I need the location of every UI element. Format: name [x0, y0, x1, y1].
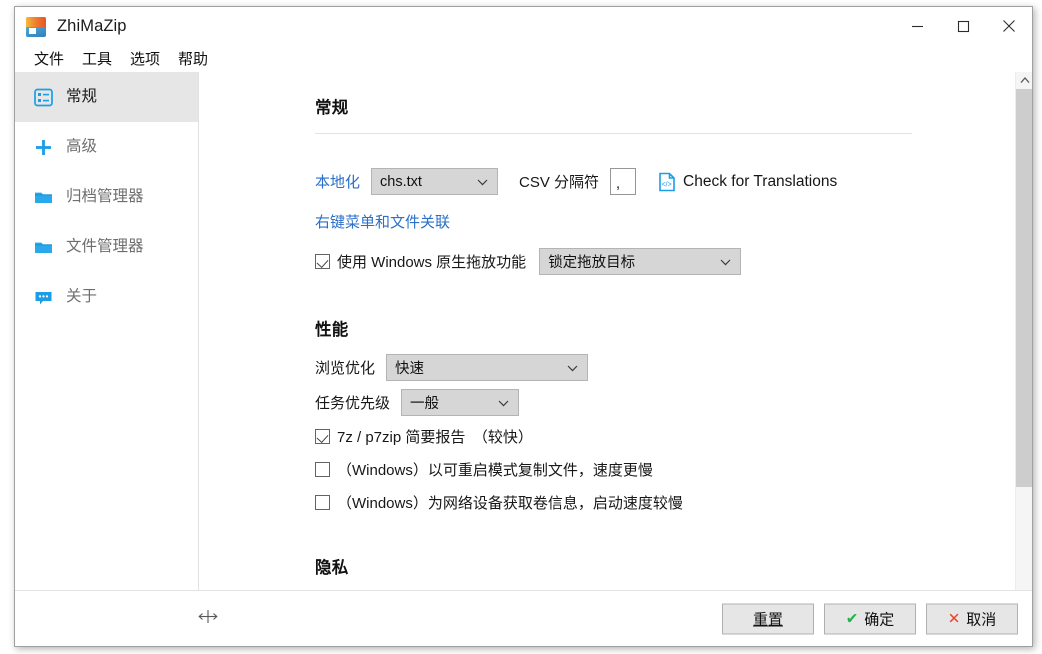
speech-bubble-icon: [32, 286, 54, 308]
application-window: ZhiMaZip 文件 工具 选项 帮助 常规 高级 归档管理器 文件管理器 关…: [14, 6, 1033, 647]
cancel-button-label: 取消: [966, 611, 997, 628]
cancel-button[interactable]: ✕ 取消: [926, 603, 1018, 634]
window-body: 常规 高级 归档管理器 文件管理器 关于 常规 本地化 chs.txt CSV …: [15, 72, 1032, 646]
csv-separator-input[interactable]: ,: [610, 168, 637, 195]
task-priority-row: 任务优先级 一般: [315, 389, 1020, 416]
close-x-icon: ✕: [947, 610, 961, 627]
browse-optimization-select[interactable]: 快速: [386, 354, 589, 381]
app-logo-icon: [26, 16, 46, 37]
page-title: 常规: [315, 99, 349, 117]
checkbox-box: [315, 254, 330, 269]
localization-select-value: chs.txt: [380, 173, 422, 190]
menu-bar: 文件 工具 选项 帮助: [15, 46, 1032, 72]
checklist-icon: [32, 86, 54, 108]
checkbox-box: [315, 495, 330, 510]
ok-button-label: 确定: [864, 611, 895, 628]
restartable-copy-label: （Windows）以可重启模式复制文件，速度更慢: [337, 462, 653, 479]
menu-item-help[interactable]: 帮助: [169, 47, 217, 71]
dragdrop-target-value: 锁定拖放目标: [548, 255, 636, 271]
browse-optimization-row: 浏览优化 快速: [315, 354, 1020, 381]
chevron-down-icon: [498, 395, 509, 411]
brief-report-label: 7z / p7zip 简要报告 （较快）: [337, 429, 533, 446]
ok-button[interactable]: ✔ 确定: [824, 603, 916, 634]
checkbox-box: [315, 429, 330, 444]
checkbox-box: [315, 462, 330, 477]
browse-optimization-value: 快速: [395, 361, 425, 377]
network-volume-info-checkbox[interactable]: （Windows）为网络设备获取卷信息，启动速度较慢: [315, 492, 1020, 513]
check-icon: ✔: [845, 610, 859, 627]
task-priority-value: 一般: [410, 396, 440, 412]
reset-button-label: 重置: [752, 611, 783, 628]
browse-optimization-label: 浏览优化: [315, 360, 376, 377]
sidebar-item-label: 归档管理器: [66, 188, 144, 206]
dragdrop-target-select[interactable]: 锁定拖放目标: [539, 248, 742, 275]
sidebar-item-advanced[interactable]: 高级: [15, 122, 198, 172]
vertical-scrollbar[interactable]: [1015, 72, 1032, 646]
task-priority-label: 任务优先级: [315, 395, 391, 412]
native-dragdrop-label: 使用 Windows 原生拖放功能: [337, 254, 527, 271]
native-dragdrop-checkbox[interactable]: 使用 Windows 原生拖放功能: [315, 251, 526, 272]
network-volume-info-label: （Windows）为网络设备获取卷信息，启动速度较慢: [337, 495, 683, 512]
code-document-icon: </>: [658, 172, 676, 192]
sidebar-item-archive-manager[interactable]: 归档管理器: [15, 172, 198, 222]
menu-item-file[interactable]: 文件: [25, 47, 73, 71]
horizontal-resize-icon[interactable]: [197, 609, 219, 629]
context-menu-associations-row: 右键菜单和文件关联: [315, 211, 1020, 232]
sidebar-item-label: 关于: [66, 288, 98, 306]
csv-separator-value: ,: [616, 176, 621, 192]
chevron-up-icon[interactable]: [1016, 72, 1032, 89]
performance-heading: 性能: [315, 321, 349, 339]
localization-label[interactable]: 本地化: [315, 171, 360, 192]
csv-separator-label: CSV 分隔符: [519, 174, 600, 191]
chevron-down-icon: [477, 174, 488, 190]
chevron-down-icon: [567, 360, 578, 376]
maximize-button[interactable]: [940, 7, 986, 45]
native-dragdrop-row: 使用 Windows 原生拖放功能 锁定拖放目标: [315, 248, 1020, 275]
title-bar: ZhiMaZip: [15, 7, 1032, 46]
restartable-copy-checkbox[interactable]: （Windows）以可重启模式复制文件，速度更慢: [315, 459, 1020, 480]
minimize-button[interactable]: [894, 7, 940, 45]
chevron-down-icon: [720, 254, 731, 270]
context-menu-link[interactable]: 右键菜单和文件关联: [315, 214, 450, 231]
settings-scroll-content: 常规 本地化 chs.txt CSV 分隔符 , </> Check for T…: [200, 72, 1020, 646]
sidebar-item-about[interactable]: 关于: [15, 272, 198, 322]
check-translations-link[interactable]: </> Check for Translations: [658, 172, 837, 192]
settings-panel: 常规 本地化 chs.txt CSV 分隔符 , </> Check for T…: [200, 72, 1032, 646]
window-title: ZhiMaZip: [57, 17, 127, 35]
folder-icon: [32, 186, 54, 208]
window-controls: [894, 7, 1032, 45]
brief-report-checkbox[interactable]: 7z / p7zip 简要报告 （较快）: [315, 426, 1020, 447]
plus-icon: [32, 136, 54, 158]
sidebar-item-file-manager[interactable]: 文件管理器: [15, 222, 198, 272]
menu-item-tools[interactable]: 工具: [73, 47, 121, 71]
sidebar: 常规 高级 归档管理器 文件管理器 关于: [15, 72, 199, 646]
sidebar-item-label: 文件管理器: [66, 238, 144, 256]
dialog-footer: 重置 ✔ 确定 ✕ 取消: [15, 590, 1032, 646]
localization-row: 本地化 chs.txt CSV 分隔符 , </> Check for Tran…: [315, 168, 1020, 195]
close-button[interactable]: [986, 7, 1032, 45]
svg-text:</>: </>: [662, 181, 672, 188]
scrollbar-thumb[interactable]: [1016, 89, 1032, 487]
task-priority-select[interactable]: 一般: [401, 389, 520, 416]
privacy-heading: 隐私: [315, 559, 349, 577]
check-translations-label: Check for Translations: [683, 172, 838, 190]
title-divider: [315, 133, 912, 134]
sidebar-item-label: 常规: [66, 88, 98, 106]
reset-button[interactable]: 重置: [722, 603, 814, 634]
folder-icon: [32, 236, 54, 258]
footer-buttons: 重置 ✔ 确定 ✕ 取消: [722, 603, 1018, 634]
sidebar-item-label: 高级: [66, 138, 98, 156]
localization-select[interactable]: chs.txt: [371, 168, 499, 195]
sidebar-item-general[interactable]: 常规: [15, 72, 198, 122]
menu-item-options[interactable]: 选项: [121, 47, 169, 71]
